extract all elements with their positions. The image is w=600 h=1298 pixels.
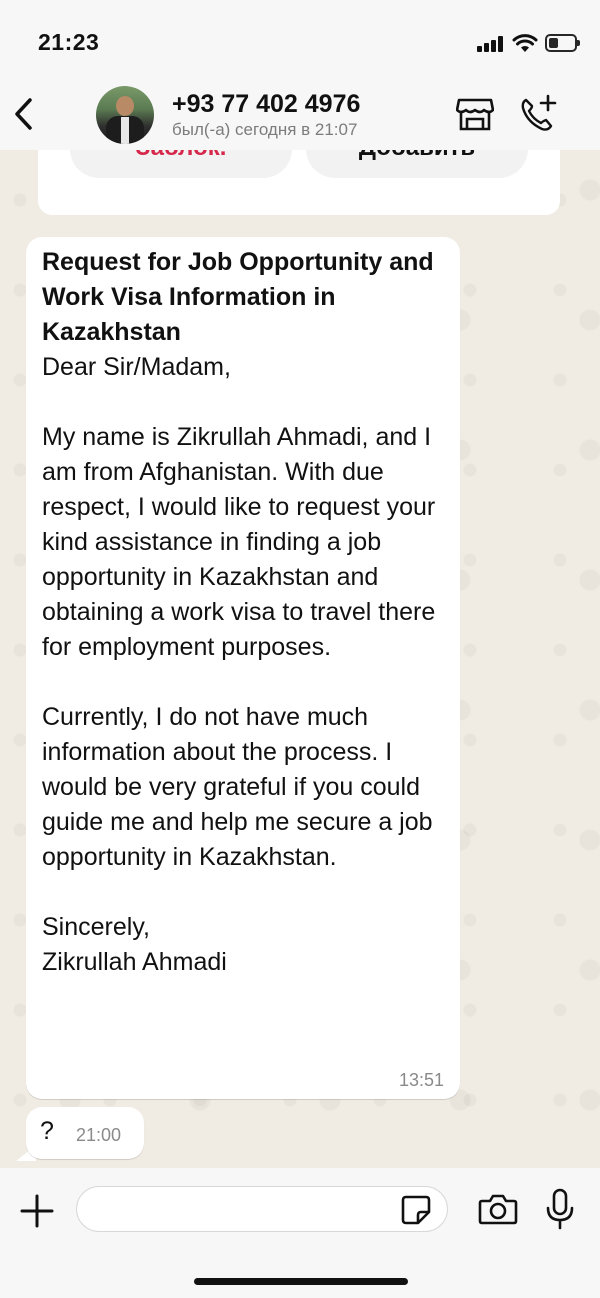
cellular-signal-icon xyxy=(477,36,505,52)
chat-header: +93 77 402 4976 был(-а) сегодня в 21:07 xyxy=(0,86,600,150)
message-title: Request for Job Opportunity and Work Vis… xyxy=(42,248,441,346)
add-call-icon[interactable] xyxy=(518,94,558,134)
contact-avatar[interactable] xyxy=(96,86,154,144)
status-bar: 21:23 xyxy=(0,0,600,88)
message-body: ? xyxy=(40,1117,54,1145)
block-button[interactable]: Заблок. xyxy=(70,150,292,178)
sticker-icon[interactable] xyxy=(400,1194,432,1226)
contact-last-seen: был(-а) сегодня в 21:07 xyxy=(172,120,358,139)
microphone-icon[interactable] xyxy=(545,1188,575,1230)
business-store-icon[interactable] xyxy=(456,96,494,132)
add-contact-button[interactable]: Добавить xyxy=(306,150,528,178)
home-indicator xyxy=(194,1278,408,1285)
contact-name[interactable]: +93 77 402 4976 xyxy=(172,90,360,119)
incoming-message-bubble[interactable]: Request for Job Opportunity and Work Vis… xyxy=(26,237,460,1099)
back-chevron-icon[interactable] xyxy=(10,94,40,134)
wifi-icon xyxy=(512,34,538,52)
message-body: Dear Sir/Madam, My name is Zikrullah Ahm… xyxy=(42,353,436,976)
message-timestamp: 13:51 xyxy=(398,1070,444,1090)
plus-icon[interactable] xyxy=(20,1194,54,1228)
incoming-message-bubble[interactable]: ? 21:00 xyxy=(26,1107,144,1159)
status-time: 21:23 xyxy=(38,29,100,55)
message-timestamp: 21:00 xyxy=(76,1125,122,1145)
camera-icon[interactable] xyxy=(478,1192,518,1226)
message-input[interactable] xyxy=(76,1186,448,1232)
unknown-contact-card: Заблок. Добавить xyxy=(38,150,560,215)
message-text: Request for Job Opportunity and Work Vis… xyxy=(42,245,452,980)
battery-icon xyxy=(545,34,580,52)
